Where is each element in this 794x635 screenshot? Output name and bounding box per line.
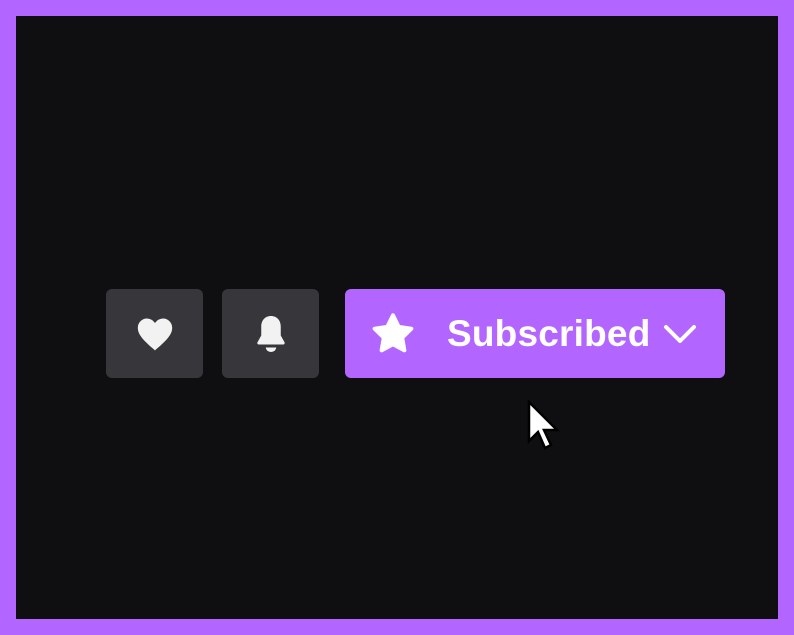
star-icon [372, 313, 414, 353]
mouse-cursor-icon [527, 399, 561, 450]
subscribed-button[interactable]: Subscribed [345, 289, 725, 378]
app-frame: Subscribed [0, 0, 794, 635]
notifications-button[interactable] [222, 289, 319, 378]
heart-icon [137, 317, 172, 350]
follow-button[interactable] [106, 289, 203, 378]
bell-icon [256, 315, 285, 352]
subscribed-label: Subscribed [447, 313, 651, 354]
chevron-down-icon[interactable] [663, 323, 697, 345]
